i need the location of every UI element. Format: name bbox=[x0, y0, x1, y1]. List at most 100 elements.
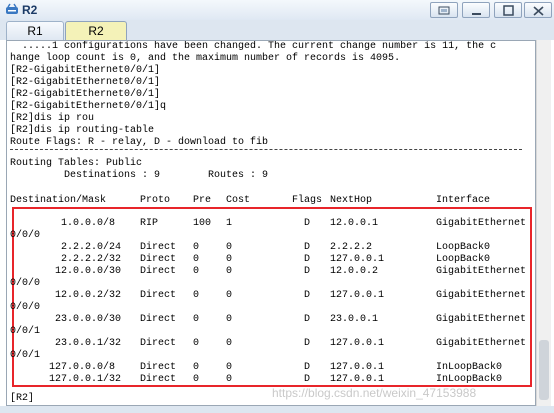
route-flags: D bbox=[304, 338, 311, 349]
route-dest: 1.0.0.0/8 bbox=[61, 218, 116, 229]
separator-line bbox=[10, 149, 522, 150]
route-cost: 0 bbox=[226, 374, 233, 385]
header-cost: Cost bbox=[226, 195, 251, 206]
maximize-icon bbox=[503, 5, 514, 16]
route-nexthop: 12.0.0.1 bbox=[330, 218, 379, 229]
route-nexthop: 23.0.0.1 bbox=[330, 314, 379, 325]
route-dest: 23.0.0.1/32 bbox=[55, 338, 122, 349]
route-cost: 0 bbox=[226, 290, 233, 301]
console-line: [R2]dis ip routing-table bbox=[10, 125, 155, 136]
router-app-icon bbox=[6, 3, 18, 14]
vertical-scrollbar[interactable] bbox=[536, 40, 551, 406]
route-flags: D bbox=[304, 374, 311, 385]
route-pre: 0 bbox=[193, 374, 200, 385]
console-line: [R2-GigabitEthernet0/0/1] bbox=[10, 65, 161, 76]
route-cost: 0 bbox=[226, 362, 233, 373]
header-proto: Proto bbox=[140, 195, 171, 206]
console-line: .....1 configurations have been changed.… bbox=[10, 41, 497, 52]
console-line: [R2-GigabitEthernet0/0/1]q bbox=[10, 101, 167, 112]
route-nexthop: 127.0.0.1 bbox=[330, 374, 385, 385]
console-prompt[interactable]: [R2] bbox=[10, 393, 34, 405]
route-proto: Direct bbox=[140, 290, 177, 301]
route-nexthop: 127.0.0.1 bbox=[330, 254, 385, 265]
route-interface-cont: 0/0/0 bbox=[10, 302, 41, 313]
route-cost: 0 bbox=[226, 242, 233, 253]
console-line: hange loop count is 0, and the maximum n… bbox=[10, 53, 401, 64]
route-proto: Direct bbox=[140, 338, 177, 349]
route-interface: InLoopBack0 bbox=[436, 374, 503, 385]
route-interface-cont: 0/0/1 bbox=[10, 350, 41, 361]
route-proto: Direct bbox=[140, 266, 177, 277]
scrollbar-thumb[interactable] bbox=[539, 340, 549, 400]
route-proto: Direct bbox=[140, 362, 177, 373]
header-flags: Flags bbox=[292, 195, 323, 206]
window-bottom-frame bbox=[0, 406, 554, 413]
route-pre: 0 bbox=[193, 242, 200, 253]
watermark-text: https://blog.csdn.net/weixin_47153988 bbox=[272, 386, 477, 400]
route-interface: LoopBack0 bbox=[436, 254, 491, 265]
route-nexthop: 12.0.0.2 bbox=[330, 266, 379, 277]
route-interface: GigabitEthernet bbox=[436, 314, 527, 325]
route-interface-cont: 0/0/0 bbox=[10, 278, 41, 289]
console-line: [R2-GigabitEthernet0/0/1] bbox=[10, 77, 161, 88]
route-dest: 2.2.2.2/32 bbox=[61, 254, 122, 265]
route-nexthop: 127.0.0.1 bbox=[330, 362, 385, 373]
restore-icon bbox=[438, 6, 450, 15]
route-flags: D bbox=[304, 242, 311, 253]
route-flags: D bbox=[304, 266, 311, 277]
route-pre: 0 bbox=[193, 290, 200, 301]
routing-summary: Destinations : 9 Routes : 9 bbox=[10, 170, 269, 181]
route-interface: InLoopBack0 bbox=[436, 362, 503, 373]
route-proto: Direct bbox=[140, 374, 177, 385]
route-flags: D bbox=[304, 290, 311, 301]
route-cost: 1 bbox=[226, 218, 233, 229]
route-pre: 0 bbox=[193, 314, 200, 325]
route-nexthop: 127.0.0.1 bbox=[330, 338, 385, 349]
route-flags-line: Route Flags: R - relay, D - download to … bbox=[10, 137, 269, 148]
route-interface: GigabitEthernet bbox=[436, 266, 527, 277]
route-interface-cont: 0/0/0 bbox=[10, 230, 41, 241]
route-cost: 0 bbox=[226, 314, 233, 325]
header-nexthop: NextHop bbox=[330, 195, 373, 206]
tab-r1[interactable]: R1 bbox=[6, 21, 64, 40]
route-dest: 127.0.0.1/32 bbox=[49, 374, 122, 385]
route-proto: Direct bbox=[140, 314, 177, 325]
header-destination: Destination/Mask bbox=[10, 195, 107, 206]
minimize-button[interactable] bbox=[462, 2, 490, 18]
window-title: R2 bbox=[22, 3, 38, 17]
route-interface: GigabitEthernet bbox=[436, 290, 527, 301]
console-line: [R2-GigabitEthernet0/0/1] bbox=[10, 89, 161, 100]
route-dest: 12.0.0.2/32 bbox=[55, 290, 122, 301]
header-pre: Pre bbox=[193, 195, 212, 206]
maximize-button[interactable] bbox=[494, 2, 522, 18]
minimize-icon bbox=[472, 13, 481, 15]
route-proto: Direct bbox=[140, 254, 177, 265]
close-button[interactable] bbox=[524, 2, 552, 18]
route-flags: D bbox=[304, 362, 311, 373]
route-flags: D bbox=[304, 314, 311, 325]
route-interface: GigabitEthernet bbox=[436, 218, 527, 229]
route-interface-cont: 0/0/1 bbox=[10, 326, 41, 337]
route-proto: RIP bbox=[140, 218, 159, 229]
header-interface: Interface bbox=[436, 195, 491, 206]
route-cost: 0 bbox=[226, 338, 233, 349]
tab-r2[interactable]: R2 bbox=[65, 21, 127, 40]
route-proto: Direct bbox=[140, 242, 177, 253]
route-pre: 100 bbox=[193, 218, 212, 229]
route-pre: 0 bbox=[193, 338, 200, 349]
close-icon bbox=[533, 6, 544, 16]
route-nexthop: 127.0.0.1 bbox=[330, 290, 385, 301]
route-dest: 127.0.0.0/8 bbox=[49, 362, 116, 373]
route-dest: 23.0.0.0/30 bbox=[55, 314, 122, 325]
console-line: [R2]dis ip rou bbox=[10, 113, 95, 124]
route-cost: 0 bbox=[226, 266, 233, 277]
route-dest: 2.2.2.0/24 bbox=[61, 242, 122, 253]
route-dest: 12.0.0.0/30 bbox=[55, 266, 122, 277]
route-interface: LoopBack0 bbox=[436, 242, 491, 253]
route-cost: 0 bbox=[226, 254, 233, 265]
route-pre: 0 bbox=[193, 362, 200, 373]
console-output[interactable]: .....1 configurations have been changed.… bbox=[6, 40, 536, 406]
route-flags: D bbox=[304, 254, 311, 265]
routing-tables-label: Routing Tables: Public bbox=[10, 158, 143, 169]
restore-button[interactable] bbox=[430, 2, 458, 18]
